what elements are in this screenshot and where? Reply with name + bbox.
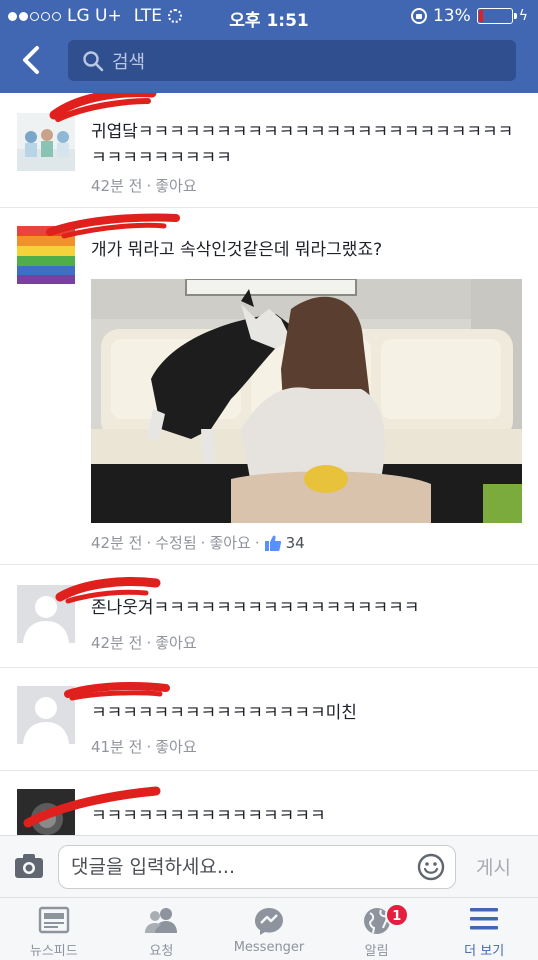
tab-friend-requests[interactable]: 요청 bbox=[108, 898, 216, 960]
avatar[interactable] bbox=[17, 226, 75, 284]
camera-icon bbox=[15, 854, 43, 878]
avatar[interactable] bbox=[17, 686, 75, 744]
tab-notifications[interactable]: 1 알림 bbox=[323, 898, 431, 960]
avatar[interactable] bbox=[17, 585, 75, 643]
like-button[interactable]: 좋아요 bbox=[155, 632, 196, 653]
default-avatar-icon bbox=[17, 686, 75, 744]
camera-button[interactable] bbox=[14, 853, 44, 883]
comment-time: 41분 전 bbox=[91, 738, 143, 756]
comment-time: 42분 전 bbox=[91, 634, 143, 652]
status-right: 13% ϟ bbox=[410, 6, 528, 26]
comment-text: 귀엽닼ㅋㅋㅋㅋㅋㅋㅋㅋㅋㅋㅋㅋㅋㅋㅋㅋㅋㅋㅋㅋㅋㅋㅋㅋㅋㅋㅋㅋㅋㅋㅋㅋㅋ bbox=[91, 122, 514, 168]
tab-label: 더 보기 bbox=[464, 944, 505, 959]
comment-item: 개가 뭐라고 속삭인것같은데 뭐라그랬죠? 42분 전 · 수정됨 · 좋아요 … bbox=[0, 208, 538, 565]
comment-input-container[interactable] bbox=[58, 845, 456, 889]
avatar[interactable] bbox=[17, 789, 75, 835]
avatar-photo bbox=[17, 226, 75, 284]
tab-label: 알림 bbox=[364, 944, 389, 959]
photo-girl-with-dog bbox=[91, 279, 522, 523]
search-icon bbox=[83, 50, 104, 71]
attached-photo[interactable] bbox=[91, 279, 522, 523]
comment-composer: 게시 bbox=[0, 835, 538, 897]
comment-meta: 42분 전 · 수정됨 · 좋아요 · 34 bbox=[91, 532, 305, 553]
battery-icon bbox=[476, 8, 517, 24]
top-bar: LG U+ LTE 오후 1:51 13% ϟ 검색 bbox=[0, 0, 538, 93]
tab-label: 뉴스피드 bbox=[29, 944, 78, 959]
friend-requests-icon bbox=[145, 908, 178, 933]
like-button[interactable]: 좋아요 bbox=[155, 736, 196, 757]
comment-text: 개가 뭐라고 속삭인것같은데 뭐라그랬죠? bbox=[91, 240, 383, 260]
comment-meta: 42분 전 · 좋아요 bbox=[91, 632, 197, 653]
comment-text: ㅋㅋㅋㅋㅋㅋㅋㅋㅋㅋㅋㅋㅋㅋㅋ미친 bbox=[91, 703, 357, 723]
comment-time: 42분 전 bbox=[91, 177, 143, 195]
edited-label[interactable]: 수정됨 bbox=[155, 532, 196, 553]
comment-item: 귀엽닼ㅋㅋㅋㅋㅋㅋㅋㅋㅋㅋㅋㅋㅋㅋㅋㅋㅋㅋㅋㅋㅋㅋㅋㅋㅋㅋㅋㅋㅋㅋㅋㅋㅋ 42분… bbox=[0, 93, 538, 208]
comment-text: ㅋㅋㅋㅋㅋㅋㅋㅋㅋㅋㅋㅋㅋㅋㅋ bbox=[91, 806, 326, 826]
comment-item: ㅋㅋㅋㅋㅋㅋㅋㅋㅋㅋㅋㅋㅋㅋㅋ bbox=[0, 771, 538, 835]
comment-item: ㅋㅋㅋㅋㅋㅋㅋㅋㅋㅋㅋㅋㅋㅋㅋ미친 41분 전 · 좋아요 bbox=[0, 668, 538, 771]
post-button[interactable]: 게시 bbox=[476, 853, 511, 880]
tab-label: 요청 bbox=[149, 944, 174, 959]
avatar[interactable] bbox=[17, 113, 75, 171]
like-button[interactable]: 좋아요 bbox=[209, 532, 250, 553]
smiley-icon bbox=[417, 853, 445, 881]
menu-icon bbox=[470, 908, 499, 930]
battery-percent: 13% bbox=[432, 6, 471, 26]
status-bar: LG U+ LTE 오후 1:51 13% ϟ bbox=[0, 0, 538, 32]
search-bar[interactable]: 검색 bbox=[68, 40, 516, 81]
charging-bolt-icon: ϟ bbox=[518, 8, 528, 24]
chevron-left-icon bbox=[23, 46, 39, 74]
notification-badge: 1 bbox=[384, 903, 409, 927]
default-avatar-icon bbox=[17, 585, 75, 643]
comment-text: 존나웃겨ㅋㅋㅋㅋㅋㅋㅋㅋㅋㅋㅋㅋㅋㅋㅋㅋㅋ bbox=[91, 598, 420, 618]
like-button[interactable]: 좋아요 bbox=[155, 175, 196, 196]
newsfeed-icon bbox=[38, 906, 69, 934]
thumbs-up-icon bbox=[264, 535, 281, 551]
sticker-button[interactable] bbox=[417, 853, 445, 885]
comment-input[interactable] bbox=[59, 846, 399, 888]
like-count-number: 34 bbox=[285, 533, 305, 552]
comment-time: 42분 전 bbox=[91, 534, 143, 552]
rotation-lock-icon bbox=[410, 8, 427, 24]
avatar-photo bbox=[17, 113, 75, 171]
tab-newsfeed[interactable]: 뉴스피드 bbox=[0, 898, 108, 960]
comment-meta: 41분 전 · 좋아요 bbox=[91, 736, 197, 757]
comment-list[interactable]: 귀엽닼ㅋㅋㅋㅋㅋㅋㅋㅋㅋㅋㅋㅋㅋㅋㅋㅋㅋㅋㅋㅋㅋㅋㅋㅋㅋㅋㅋㅋㅋㅋㅋㅋㅋ 42분… bbox=[0, 93, 538, 835]
tab-messenger[interactable]: Messenger bbox=[215, 898, 323, 960]
like-count[interactable]: 34 bbox=[264, 534, 305, 552]
avatar-photo bbox=[17, 789, 75, 835]
back-button[interactable] bbox=[14, 42, 50, 78]
comment-meta: 42분 전 · 좋아요 bbox=[91, 175, 197, 196]
bottom-tab-bar: 뉴스피드 요청 Messenger 1 알림 더 보기 bbox=[0, 897, 538, 960]
search-placeholder: 검색 bbox=[112, 51, 146, 73]
messenger-icon bbox=[254, 908, 283, 935]
comment-item: 존나웃겨ㅋㅋㅋㅋㅋㅋㅋㅋㅋㅋㅋㅋㅋㅋㅋㅋㅋ 42분 전 · 좋아요 bbox=[0, 565, 538, 668]
tab-more[interactable]: 더 보기 bbox=[430, 898, 538, 960]
tab-label: Messenger bbox=[233, 940, 305, 955]
